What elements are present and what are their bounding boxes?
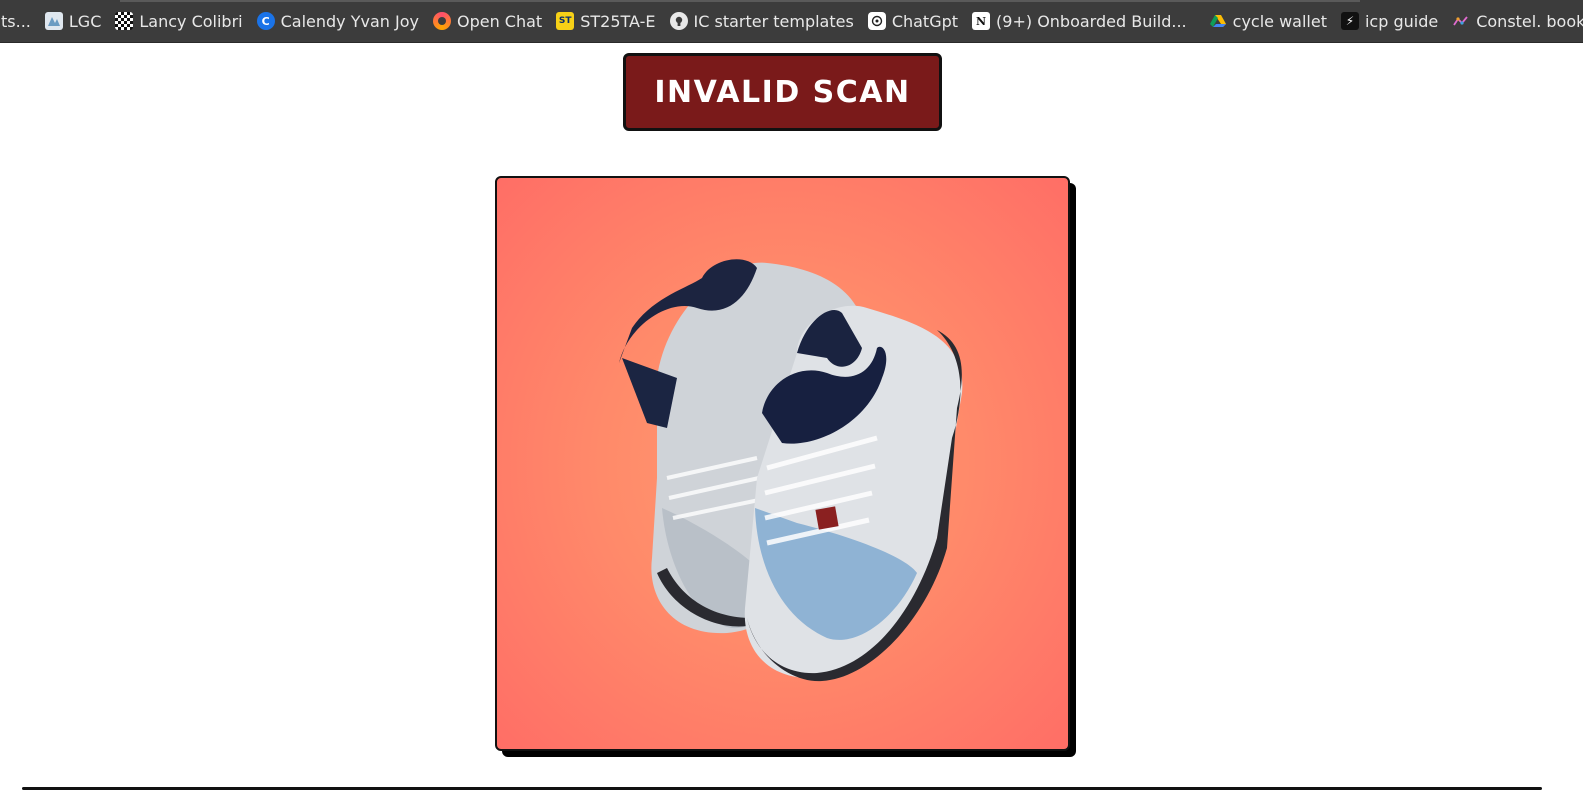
- drive-icon: [1209, 12, 1227, 30]
- bookmark-label: Lancy Colibri: [139, 11, 243, 31]
- bookmark-label: ChatGpt: [891, 11, 959, 31]
- bookmark-lgc[interactable]: LGC: [38, 6, 108, 36]
- scanned-image-card: [495, 176, 1070, 751]
- bookmark-label: IC starter templates: [693, 11, 854, 31]
- calendly-icon: C: [256, 12, 275, 30]
- bookmark-label: Calendy Yvan Joy: [280, 11, 419, 31]
- bookmark-label: LGC: [68, 11, 102, 31]
- bookmark-label: icp guide: [1364, 11, 1439, 31]
- bookmark-ic-starter[interactable]: IC starter templates: [663, 6, 861, 36]
- github-icon: [669, 12, 688, 30]
- bookmark-label: cycle wallet: [1232, 11, 1327, 31]
- bookmark-calendy[interactable]: C Calendy Yvan Joy: [250, 6, 426, 36]
- bookmark-st25ta[interactable]: ST ST25TA-E: [549, 6, 662, 36]
- openchat-icon: [432, 12, 451, 30]
- checker-icon: [115, 12, 134, 30]
- bookmark-truncated[interactable]: ts...: [0, 6, 38, 36]
- sneakers-image: [619, 259, 963, 682]
- tab-strip-edge: [120, 0, 1360, 2]
- bookmark-chatgpt[interactable]: ChatGpt: [861, 6, 965, 36]
- bookmark-label: ts...: [1, 11, 31, 31]
- chatgpt-icon: [867, 12, 886, 30]
- section-divider: [22, 787, 1542, 790]
- bookmark-constel[interactable]: Constel. book Proton: [1445, 6, 1583, 36]
- bookmark-label: Constel. book Proton: [1476, 11, 1583, 31]
- constellation-icon: [1452, 12, 1470, 30]
- bookmark-label: ST25TA-E: [580, 11, 656, 31]
- st-icon: ST: [556, 12, 575, 30]
- bookmark-label: (9+) Onboarded Build...: [996, 11, 1187, 31]
- map-icon: [44, 12, 63, 30]
- bolt-icon: ⚡: [1340, 12, 1359, 30]
- bookmark-cycle-wallet[interactable]: cycle wallet: [1202, 6, 1334, 36]
- bookmark-onboarded[interactable]: N (9+) Onboarded Build...: [965, 6, 1194, 36]
- bookmark-open-chat[interactable]: Open Chat: [426, 6, 549, 36]
- bookmarks-bar: ts... LGC Lancy Colibri C Calendy Yvan J…: [0, 0, 1583, 43]
- notion-icon: N: [972, 12, 991, 30]
- bookmark-label: Open Chat: [456, 11, 543, 31]
- scan-status-banner: INVALID SCAN: [623, 53, 942, 131]
- bookmark-lancy-colibri[interactable]: Lancy Colibri: [108, 6, 249, 36]
- bookmark-icp-guide[interactable]: ⚡ icp guide: [1334, 6, 1445, 36]
